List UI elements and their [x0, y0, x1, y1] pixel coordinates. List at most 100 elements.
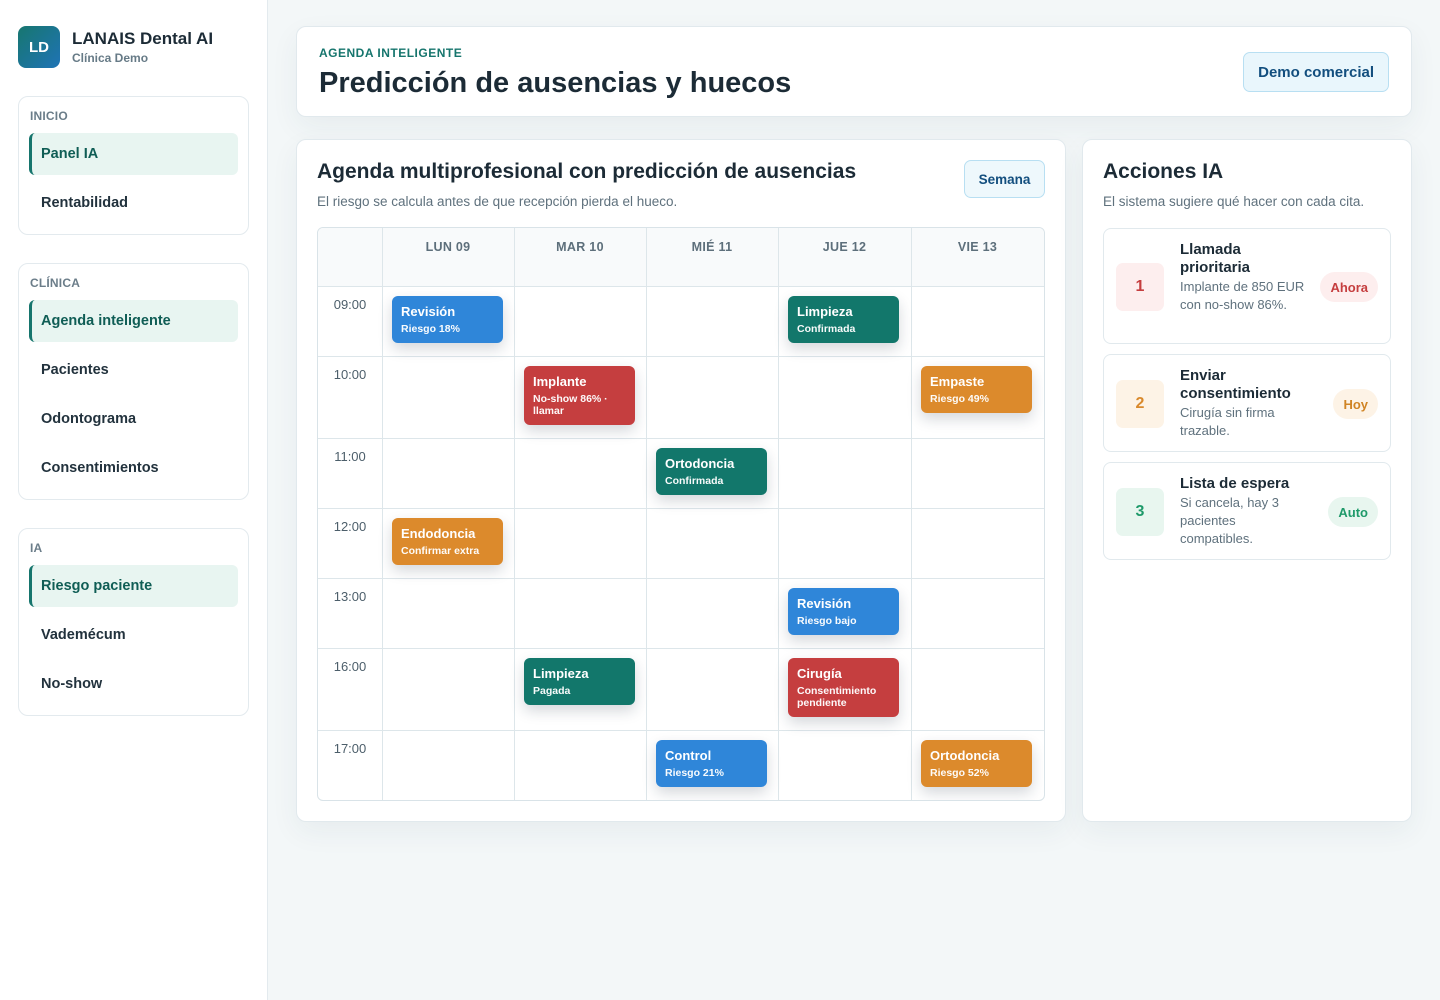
- action-description: Si cancela, hay 3 pacientes compatibles.: [1180, 495, 1280, 546]
- row-divider: [318, 356, 1044, 357]
- action-number: 3: [1116, 488, 1164, 536]
- demo-comercial-button[interactable]: Demo comercial: [1243, 52, 1389, 92]
- day-header: LUN 09: [425, 240, 471, 254]
- nav-group-inicio: INICIO Panel IA Rentabilidad: [18, 96, 249, 235]
- row-divider: [318, 578, 1044, 579]
- sidebar-item-rentabilidad[interactable]: Rentabilidad: [29, 182, 238, 224]
- action-title: Llamada prioritaria: [1180, 241, 1251, 276]
- appointment-status: Riesgo 18%: [401, 323, 460, 335]
- row-divider: [318, 438, 1044, 439]
- action-item-lista-de-espera[interactable]: 3 Lista de espera Si cancela, hay 3 pacien…: [1103, 462, 1391, 560]
- sidebar-item-consentimientos[interactable]: Consentimientos: [29, 447, 238, 489]
- nav-group-heading: INICIO: [30, 109, 68, 123]
- appointment-status: Riesgo bajo: [797, 615, 857, 627]
- appointment-title: Revisión: [797, 596, 852, 611]
- column-divider: [514, 228, 515, 800]
- appointment-card[interactable]: Limpieza Confirmada: [788, 296, 899, 343]
- appointment-card[interactable]: Ortodoncia Confirmada: [656, 448, 767, 495]
- action-text: Llamada prioritaria Implante de 850 EUR c…: [1180, 241, 1312, 314]
- action-text: Enviar consentimiento Cirugía sin firma t…: [1180, 367, 1312, 440]
- row-divider: [318, 648, 1044, 649]
- actions-card: Acciones IA El sistema sugiere qué hacer…: [1082, 139, 1412, 822]
- time-label: 10:00: [333, 367, 367, 382]
- sidebar-item-riesgo-paciente[interactable]: Riesgo paciente: [29, 565, 238, 607]
- time-label: 17:00: [333, 741, 367, 756]
- brand-clinic: Clínica Demo: [72, 51, 149, 65]
- action-title: Lista de espera: [1180, 475, 1290, 492]
- appointment-title: Limpieza: [533, 666, 589, 681]
- action-timing-badge: Hoy: [1333, 389, 1378, 419]
- action-item-enviar-consentimiento[interactable]: 2 Enviar consentimiento Cirugía sin firma …: [1103, 354, 1391, 452]
- agenda-subtitle: El riesgo se calcula antes de que recepc…: [317, 194, 678, 209]
- appointment-title: Revisión: [401, 304, 456, 319]
- sidebar-item-agenda-inteligente[interactable]: Agenda inteligente: [29, 300, 238, 342]
- appointment-card[interactable]: Revisión Riesgo bajo: [788, 588, 899, 635]
- day-header: JUE 12: [822, 240, 867, 254]
- action-number: 2: [1116, 380, 1164, 428]
- actions-subtitle: El sistema sugiere qué hacer con cada ci…: [1103, 194, 1365, 209]
- appointment-title: Ortodoncia: [665, 456, 735, 471]
- action-title: Enviar consentimiento: [1180, 367, 1291, 402]
- column-divider: [382, 228, 383, 800]
- brand-text: LANAIS Dental AI Clínica Demo: [72, 29, 213, 65]
- page-eyebrow: AGENDA INTELIGENTE: [319, 46, 463, 60]
- appointment-card[interactable]: Control Riesgo 21%: [656, 740, 767, 787]
- sidebar-item-vademecum[interactable]: Vademécum: [29, 614, 238, 656]
- column-divider: [778, 228, 779, 800]
- nav-group-ia: IA Riesgo paciente Vademécum No-show: [18, 528, 249, 716]
- sidebar-item-odontograma[interactable]: Odontograma: [29, 398, 238, 440]
- appointment-card[interactable]: Implante No-show 86% · llamar: [524, 366, 635, 425]
- nav-group-heading: IA: [30, 541, 43, 555]
- appointment-title: Limpieza: [797, 304, 853, 319]
- appointment-card[interactable]: Empaste Riesgo 49%: [921, 366, 1032, 413]
- appointment-status: Confirmada: [665, 475, 724, 487]
- brand-name: LANAIS Dental AI: [72, 29, 214, 48]
- appointment-status: Pagada: [533, 685, 571, 697]
- time-label: 12:00: [333, 519, 367, 534]
- actions-title: Acciones IA: [1103, 160, 1224, 183]
- appointment-title: Implante: [533, 374, 587, 389]
- action-description: Implante de 850 EUR con no-show 86%.: [1180, 279, 1305, 312]
- brand[interactable]: LD LANAIS Dental AI Clínica Demo: [18, 26, 213, 68]
- page-header: AGENDA INTELIGENTE Predicción de ausenci…: [296, 26, 1412, 117]
- day-header: MAR 10: [556, 240, 604, 254]
- action-item-llamada-prioritaria[interactable]: 1 Llamada prioritaria Implante de 850 EUR …: [1103, 228, 1391, 344]
- sidebar-item-no-show[interactable]: No-show: [29, 663, 238, 705]
- day-header: MIÉ 11: [691, 240, 733, 254]
- column-divider: [646, 228, 647, 800]
- appointment-title: Control: [665, 748, 712, 763]
- appointment-card[interactable]: Ortodoncia Riesgo 52%: [921, 740, 1032, 787]
- appointment-status: Confirmar extra: [401, 545, 480, 557]
- appointment-status: No-show 86% · llamar: [533, 393, 608, 417]
- appointment-status: Consentimiento pendiente: [797, 685, 877, 709]
- appointment-status: Riesgo 21%: [665, 767, 724, 779]
- nav-group-clinica: CLÍNICA Agenda inteligente Pacientes Odonto…: [18, 263, 249, 500]
- column-divider: [911, 228, 912, 800]
- appointment-card[interactable]: Limpieza Pagada: [524, 658, 635, 705]
- agenda-grid: LUN 09 MAR 10 MIÉ 11 JUE 12 VIE 13 09:00 10:00…: [317, 227, 1045, 801]
- appointment-card[interactable]: Cirugía Consentimiento pendiente: [788, 658, 899, 717]
- time-label: 16:00: [333, 659, 367, 674]
- time-label: 11:00: [334, 449, 366, 464]
- time-label: 09:00: [333, 297, 367, 312]
- appointment-card[interactable]: Endodoncia Confirmar extra: [392, 518, 503, 565]
- week-view-button[interactable]: Semana: [964, 160, 1045, 198]
- row-divider: [318, 730, 1044, 731]
- nav-group-heading: CLÍNICA: [30, 276, 81, 290]
- appointment-title: Cirugía: [797, 666, 842, 681]
- appointment-title: Ortodoncia: [930, 748, 1000, 763]
- appointment-card[interactable]: Revisión Riesgo 18%: [392, 296, 503, 343]
- sidebar-item-pacientes[interactable]: Pacientes: [29, 349, 238, 391]
- action-timing-badge: Auto: [1328, 497, 1378, 527]
- agenda-card: Agenda multiprofesional con predicción d…: [296, 139, 1066, 822]
- day-header: VIE 13: [957, 240, 998, 254]
- time-label: 13:00: [333, 589, 367, 604]
- sidebar-item-panel-ia[interactable]: Panel IA: [29, 133, 238, 175]
- appointment-status: Riesgo 49%: [930, 393, 989, 405]
- action-timing-badge: Ahora: [1320, 272, 1378, 302]
- page-title: Predicción de ausencias y huecos: [319, 67, 792, 99]
- action-number: 1: [1116, 263, 1164, 311]
- row-divider: [318, 508, 1044, 509]
- appointment-status: Confirmada: [797, 323, 856, 335]
- action-text: Lista de espera Si cancela, hay 3 pacient…: [1180, 475, 1312, 548]
